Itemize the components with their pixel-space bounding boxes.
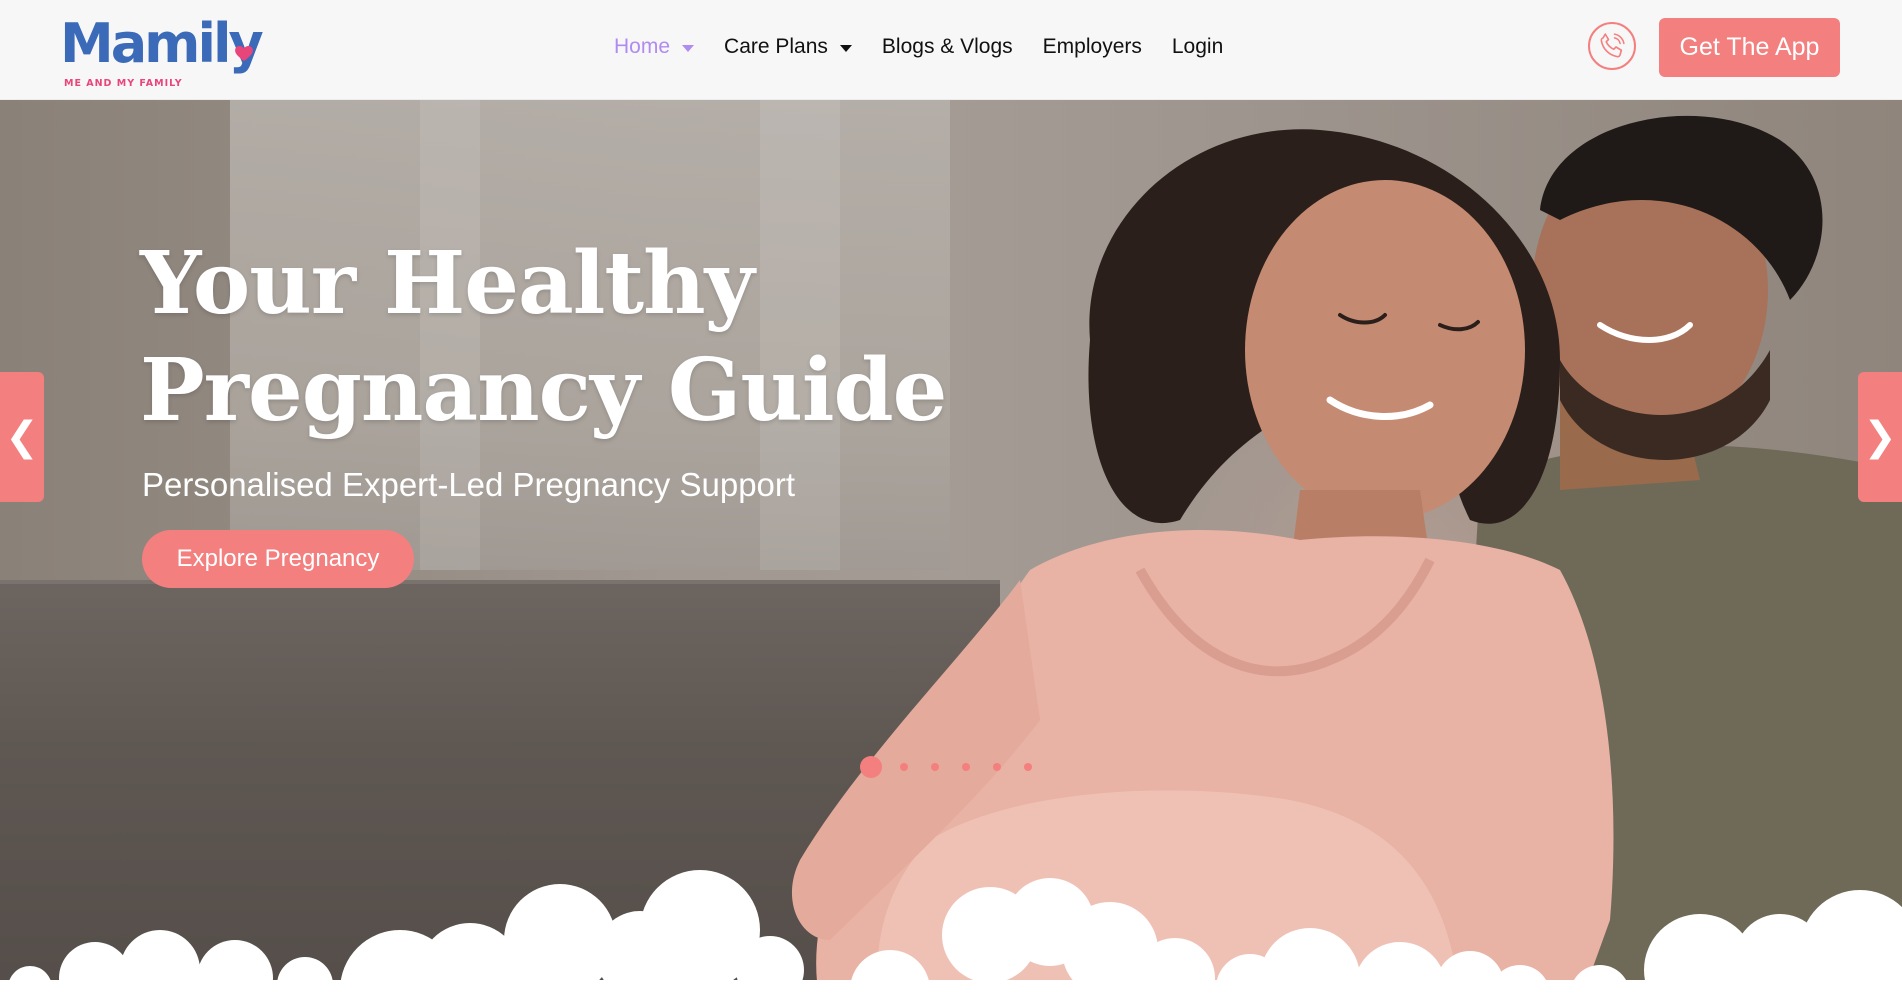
woman-face bbox=[1245, 180, 1525, 520]
carousel-next-button[interactable]: ❯ bbox=[1858, 372, 1902, 502]
carousel-dot[interactable] bbox=[931, 763, 939, 771]
explore-pregnancy-button[interactable]: Explore Pregnancy bbox=[142, 530, 414, 588]
nav-care-plans-label: Care Plans bbox=[724, 35, 828, 58]
top-navbar: Mamily ME AND MY FAMILY Home Care Plans … bbox=[0, 0, 1902, 100]
chevron-left-icon: ❮ bbox=[5, 415, 39, 459]
hero-title-line-1: Your Healthy bbox=[140, 233, 755, 334]
nav-login-label: Login bbox=[1171, 35, 1224, 58]
chevron-right-icon: ❯ bbox=[1863, 415, 1897, 459]
nav-employers[interactable]: Employers bbox=[1043, 35, 1142, 59]
nav-login[interactable]: Login bbox=[1172, 35, 1223, 59]
carousel-dot[interactable] bbox=[1024, 763, 1032, 771]
cloud-divider bbox=[0, 870, 1902, 1003]
logo-wordmark: Mamily bbox=[60, 12, 264, 75]
hero-title-line-2: Pregnancy Guide bbox=[140, 340, 947, 441]
hero-carousel: Your Healthy Pregnancy Guide Personalise… bbox=[0, 100, 1902, 1003]
nav-blogs-vlogs-label: Blogs & Vlogs bbox=[881, 35, 1013, 58]
nav-care-plans[interactable]: Care Plans bbox=[724, 35, 852, 59]
get-the-app-button[interactable]: Get The App bbox=[1659, 18, 1840, 77]
hero-subtitle: Personalised Expert-Led Pregnancy Suppor… bbox=[142, 466, 796, 503]
phone-icon bbox=[1600, 33, 1625, 58]
nav-home-label: Home bbox=[614, 35, 671, 58]
chevron-down-icon bbox=[682, 44, 695, 52]
main-nav: Home Care Plans Blogs & Vlogs Employers … bbox=[614, 32, 1253, 62]
carousel-dot[interactable] bbox=[993, 763, 1001, 771]
carousel-dot[interactable] bbox=[900, 763, 908, 771]
carousel-dot[interactable] bbox=[860, 756, 882, 778]
carousel-dot[interactable] bbox=[962, 763, 970, 771]
nav-blogs-vlogs[interactable]: Blogs & Vlogs bbox=[882, 35, 1013, 59]
heart-icon bbox=[235, 46, 253, 62]
chevron-down-icon bbox=[839, 44, 852, 52]
carousel-prev-button[interactable]: ❮ bbox=[0, 372, 44, 502]
nav-home[interactable]: Home bbox=[614, 35, 695, 59]
carousel-indicators bbox=[860, 755, 1055, 779]
logo-tagline: ME AND MY FAMILY bbox=[64, 78, 183, 89]
mamily-logo[interactable]: Mamily ME AND MY FAMILY bbox=[60, 12, 264, 89]
hero-title: Your Healthy Pregnancy Guide bbox=[140, 230, 1040, 444]
nav-employers-label: Employers bbox=[1042, 35, 1142, 58]
call-button[interactable] bbox=[1588, 22, 1636, 70]
